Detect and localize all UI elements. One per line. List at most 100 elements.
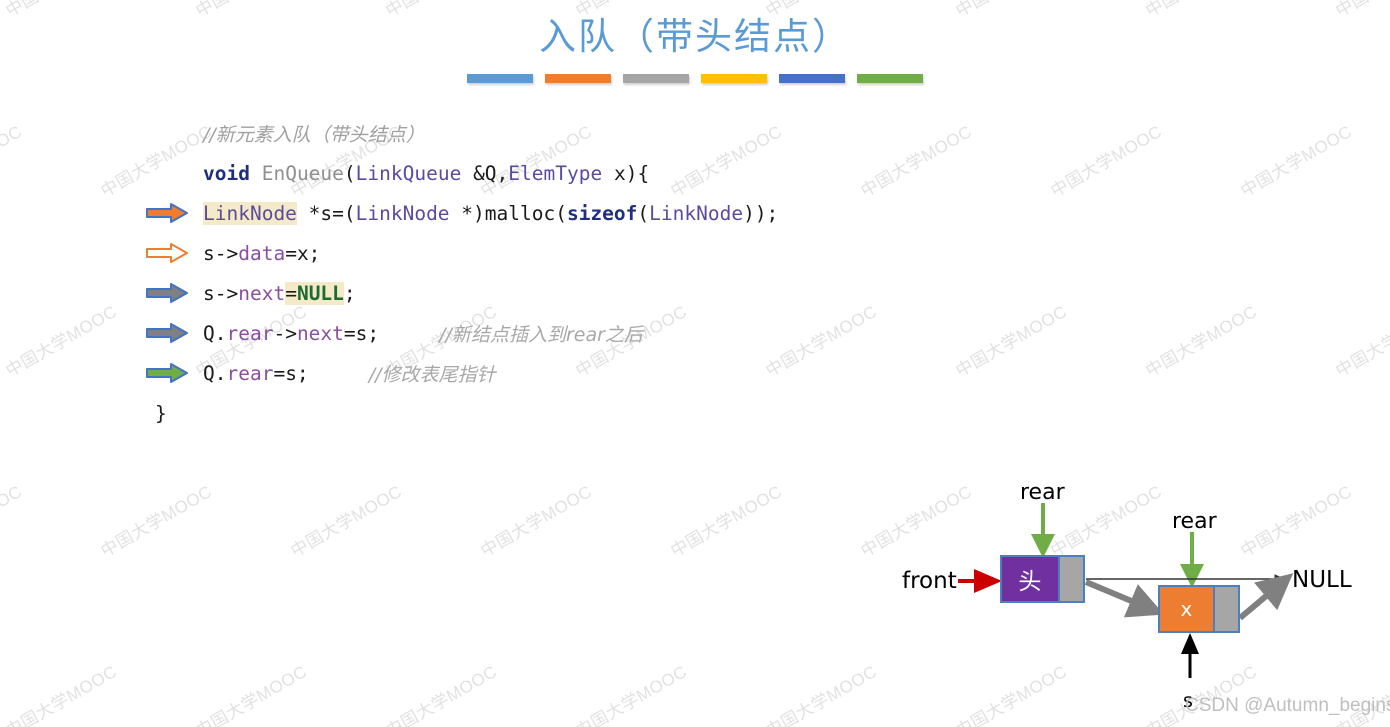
token-null: NULL <box>296 281 344 305</box>
diagram-head-node: 头 <box>1000 555 1085 603</box>
token-member-next-2: next <box>296 321 344 345</box>
head-node-data-field: 头 <box>1002 557 1058 601</box>
token-assign-s-1: =s; <box>343 321 380 345</box>
code-listing: //新元素入队（带头结点） void EnQueue(LinkQueue &Q,… <box>145 113 778 433</box>
token-s-arrow-1: s-> <box>203 241 239 265</box>
code-line-close-brace: } <box>145 393 778 433</box>
accent-bar-yellow <box>701 73 767 83</box>
code-header-comment: //新元素入队（带头结点） <box>203 123 425 146</box>
watermark-tile: 中国大学MOOC <box>477 481 596 561</box>
new-node-data-field: x <box>1160 587 1213 631</box>
token-space-1 <box>250 162 262 185</box>
code-rear-update: Q.rear=s; <box>203 362 309 385</box>
token-param-q: &Q, <box>461 161 509 185</box>
code-signature: void EnQueue(LinkQueue &Q,ElemType x){ <box>203 162 649 185</box>
token-param-x: x){ <box>602 161 650 185</box>
code-line-rear-next: Q.rear->next=s; //新结点插入到rear之后 <box>145 313 778 353</box>
code-comment-update-tail: //修改表尾指针 <box>368 363 496 386</box>
watermark-tile: 中国大学MOOC <box>572 661 691 727</box>
code-line-setdata: s->data=x; <box>145 233 778 273</box>
token-ptr-decl: *s=( <box>296 201 356 225</box>
token-paren-1: ( <box>343 161 356 185</box>
diagram-label-front: front <box>902 568 957 594</box>
step-arrow-2-icon <box>146 243 188 263</box>
code-comment-insert: //新结点插入到rear之后 <box>439 320 643 347</box>
comment-text-em: rear <box>565 323 605 346</box>
accent-bar-green <box>857 73 923 83</box>
step-arrow-3-icon <box>146 283 188 303</box>
new-link-head-to-node <box>1084 579 1165 618</box>
watermark-tile: 中国大学MOOC <box>287 481 406 561</box>
code-line-malloc: LinkNode *s=(LinkNode *)malloc(sizeof(Li… <box>145 193 778 233</box>
watermark-tile: 中国大学MOOC <box>1237 121 1356 201</box>
code-line-setnext-null: s->next=NULL; <box>145 273 778 313</box>
accent-bar-orange <box>545 73 611 83</box>
watermark-tile: 中国大学MOOC <box>857 121 976 201</box>
token-paren-2: ( <box>637 201 650 225</box>
token-void: void <box>203 161 250 185</box>
gutter-step-5 <box>145 362 203 384</box>
gutter-step-2 <box>145 242 203 264</box>
watermark-tile: 中国大学MOOC <box>952 301 1071 381</box>
watermark-tile: 中国大学MOOC <box>2 661 121 727</box>
code-line-signature: void EnQueue(LinkQueue &Q,ElemType x){ <box>145 153 778 193</box>
token-type-linknode-hl: LinkNode <box>203 201 297 225</box>
code-rear-next: Q.rear->next=s; <box>203 322 379 345</box>
diagram-label-null: NULL <box>1292 567 1352 593</box>
diagram-label-rear-new: rear <box>1172 509 1217 534</box>
token-equals-1: = <box>285 281 297 305</box>
token-member-data: data <box>238 241 286 265</box>
gutter-step-1 <box>145 202 203 224</box>
token-arrow-op: -> <box>273 321 297 345</box>
token-member-rear-2: rear <box>226 361 274 385</box>
token-assign-s-2: =s; <box>273 361 309 385</box>
token-member-rear-1: rear <box>226 321 274 345</box>
token-type-linknode-sizeof: LinkNode <box>649 201 744 225</box>
head-node-pointer-field <box>1057 557 1083 601</box>
accent-bar-gray <box>623 73 689 83</box>
code-line-comment-header: //新元素入队（带头结点） <box>145 113 778 153</box>
token-fn-name: EnQueue <box>261 161 344 185</box>
watermark-tile: 中国大学MOOC <box>1142 301 1261 381</box>
code-malloc: LinkNode *s=(LinkNode *)malloc(sizeof(Li… <box>203 201 779 225</box>
comment-text-b: 之后 <box>604 323 643 346</box>
diagram-label-rear-head: rear <box>1020 480 1065 505</box>
step-arrow-4-icon <box>146 323 188 343</box>
new-node-pointer-field <box>1212 587 1238 631</box>
token-malloc-call: *)malloc( <box>449 201 567 225</box>
csdn-watermark: CSDN @Autumn_begins <box>1185 695 1390 716</box>
code-close-brace: } <box>155 401 167 425</box>
step-arrow-5-icon <box>146 363 188 383</box>
watermark-tile: 中国大学MOOC <box>0 481 26 561</box>
watermark-tile: 中国大学MOOC <box>1047 121 1166 201</box>
code-line-rear-update: Q.rear=s; //修改表尾指针 <box>145 353 778 393</box>
token-member-next: next <box>238 281 286 305</box>
gutter-step-4 <box>145 322 203 344</box>
watermark-tile: 中国大学MOOC <box>192 661 311 727</box>
watermark-tile: 中国大学MOOC <box>1332 301 1390 381</box>
page-title: 入队（带头结点） <box>539 15 851 58</box>
new-link-node-to-null <box>1238 573 1294 621</box>
watermark-tile: 中国大学MOOC <box>97 481 216 561</box>
token-semicolon-1: ; <box>343 281 356 305</box>
token-type-linknode-cast: LinkNode <box>355 201 450 225</box>
comment-text-a: //新结点插入到 <box>439 323 566 346</box>
token-close-parens: )); <box>743 201 779 225</box>
token-type-elemtype: ElemType <box>508 161 603 185</box>
code-setdata: s->data=x; <box>203 242 320 265</box>
accent-bar-navy <box>779 73 845 83</box>
accent-bar-blue <box>467 73 533 83</box>
title-block: 入队（带头结点） <box>0 0 1390 83</box>
watermark-tile: 中国大学MOOC <box>0 121 26 201</box>
token-s-arrow-2: s-> <box>203 281 239 305</box>
token-type-linkqueue: LinkQueue <box>355 161 462 185</box>
code-setnext-null: s->next=NULL; <box>203 281 356 305</box>
watermark-tile: 中国大学MOOC <box>762 661 881 727</box>
token-assign-x: =x; <box>285 241 321 265</box>
step-arrow-1-icon <box>146 203 188 223</box>
accent-bar-group <box>0 73 1390 83</box>
diagram-new-node: x <box>1158 585 1240 633</box>
gutter-step-3 <box>145 282 203 304</box>
linked-queue-diagram: rear rear front NULL s 头 x <box>880 460 1390 727</box>
token-q-dot-1: Q. <box>203 321 227 345</box>
